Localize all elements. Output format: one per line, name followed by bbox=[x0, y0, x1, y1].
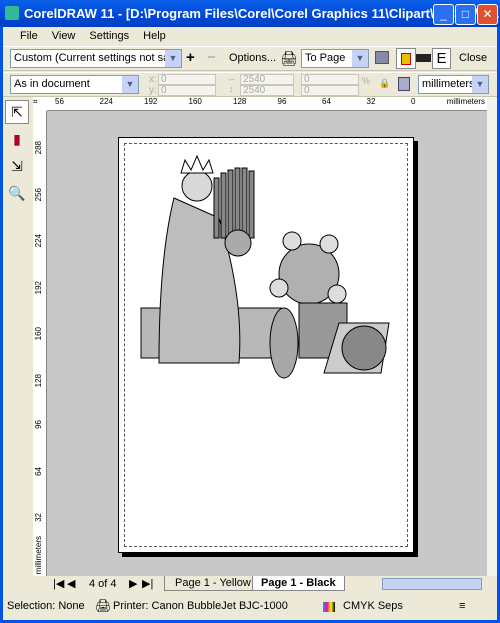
options-button[interactable]: Options... bbox=[229, 52, 276, 64]
document-icon[interactable]: ≡ bbox=[459, 594, 465, 618]
top-ruler-tick: 0 bbox=[411, 97, 416, 106]
page-counter: 4 of 4 bbox=[89, 578, 117, 590]
color-mode-status: CMYK Seps bbox=[343, 600, 403, 612]
menu-help[interactable]: Help bbox=[136, 27, 173, 46]
left-ruler-tick: 256 bbox=[34, 187, 43, 201]
left-ruler-tick: 192 bbox=[34, 280, 43, 294]
menu-bar: File View Settings Help bbox=[3, 27, 497, 46]
top-ruler-tick: 224 bbox=[99, 97, 113, 106]
left-ruler-tick: 128 bbox=[34, 373, 43, 387]
zoom-select[interactable]: To Page ▼ bbox=[301, 49, 369, 68]
width-field[interactable]: 2540 bbox=[240, 74, 294, 85]
menu-settings[interactable]: Settings bbox=[82, 27, 136, 46]
left-ruler-tick: 64 bbox=[34, 466, 43, 476]
monitor-icon[interactable] bbox=[375, 51, 389, 64]
imposition-tool-icon[interactable]: ▮ bbox=[5, 127, 29, 151]
left-ruler-unit: millimeters bbox=[34, 535, 43, 574]
zoom-tool-icon[interactable]: 🔍 bbox=[5, 181, 29, 205]
top-ruler-tick: 160 bbox=[188, 97, 202, 106]
x-label: x: bbox=[149, 74, 157, 85]
zoom-value: To Page bbox=[305, 52, 346, 64]
top-ruler-tick: 56 bbox=[55, 97, 64, 106]
left-ruler-tick: 160 bbox=[34, 327, 43, 341]
units-select[interactable]: millimeters ▼ bbox=[418, 75, 489, 94]
top-ruler-tick: 128 bbox=[233, 97, 247, 106]
top-ruler-tick: 96 bbox=[277, 97, 287, 106]
close-preview-button[interactable]: Close bbox=[459, 52, 487, 64]
first-page-button[interactable]: |◀ bbox=[53, 577, 64, 590]
window-title: CorelDRAW 11 - [D:\Program Files\Corel\C… bbox=[24, 6, 500, 21]
preset-select[interactable]: Custom (Current settings not saved) ▼ bbox=[10, 49, 182, 68]
last-page-button[interactable]: ▶| bbox=[142, 577, 153, 590]
marks-tool-icon[interactable]: ⇲ bbox=[5, 154, 29, 178]
preview-canvas[interactable] bbox=[47, 111, 487, 576]
top-ruler-tick: 32 bbox=[366, 97, 376, 106]
remove-preset-button[interactable]: − bbox=[207, 49, 216, 66]
color-mode-icon[interactable] bbox=[323, 602, 335, 612]
page bbox=[118, 137, 414, 553]
horizontal-scrollbar[interactable] bbox=[382, 578, 482, 590]
prev-page-button[interactable]: ◀ bbox=[67, 577, 75, 590]
print-icon[interactable]: 🖨 bbox=[280, 50, 298, 67]
printer-status: Printer: Canon BubbleJet BJC-1000 bbox=[113, 600, 288, 612]
height-field[interactable]: 2540 bbox=[240, 85, 294, 96]
position-value: As in document bbox=[14, 78, 90, 90]
maximize-button[interactable]: □ bbox=[455, 4, 476, 25]
chevron-down-icon: ▼ bbox=[165, 50, 181, 67]
next-page-button[interactable]: ▶ bbox=[129, 577, 137, 590]
top-ruler: 56 224 192 160 128 96 64 32 0 millimeters bbox=[47, 97, 487, 111]
scale-y-field[interactable]: 0 bbox=[301, 85, 359, 96]
property-bar: As in document ▼ x: y: 0 0 ↔ ↕ 2540 2540 … bbox=[3, 72, 497, 97]
left-ruler: 288 256 224 192 160 128 96 64 32 millimeters bbox=[33, 111, 47, 576]
left-ruler-tick: 288 bbox=[34, 141, 43, 155]
tab-page1-yellow[interactable]: Page 1 - Yellow bbox=[164, 576, 262, 591]
status-bar: Selection: None 🖨 Printer: Canon BubbleJ… bbox=[3, 594, 497, 620]
close-window-button[interactable]: ✕ bbox=[477, 4, 498, 25]
emulsion-button[interactable]: E bbox=[432, 48, 451, 69]
page-tabs-bar: |◀ ◀ 4 of 4 ▶ ▶| Page 1 - Yellow Page 1 … bbox=[47, 576, 497, 592]
x-field[interactable]: 0 bbox=[158, 74, 216, 85]
preset-value: Custom (Current settings not saved) bbox=[14, 52, 182, 64]
chevron-down-icon: ▼ bbox=[472, 76, 488, 93]
y-label: y: bbox=[149, 85, 157, 96]
pick-tool-icon[interactable]: ⇱ bbox=[5, 100, 29, 124]
lock-icon[interactable]: 🔒 bbox=[379, 78, 390, 89]
separations-icon bbox=[401, 53, 411, 65]
top-ruler-unit: millimeters bbox=[446, 97, 485, 106]
separations-toggle[interactable] bbox=[396, 48, 416, 69]
preview-toolbar: Custom (Current settings not saved) ▼ + −… bbox=[3, 46, 497, 71]
menu-view[interactable]: View bbox=[45, 27, 83, 46]
chevron-down-icon: ▼ bbox=[122, 76, 138, 93]
left-ruler-tick: 224 bbox=[34, 234, 43, 248]
toolbox: ⇱ ▮ ⇲ 🔍 bbox=[5, 100, 31, 210]
left-ruler-tick: 32 bbox=[34, 513, 43, 522]
tile-icon[interactable] bbox=[398, 77, 410, 91]
y-field[interactable]: 0 bbox=[158, 85, 216, 96]
vertical-scrollbar[interactable] bbox=[487, 97, 497, 576]
add-preset-button[interactable]: + bbox=[186, 49, 195, 66]
minimize-button[interactable]: _ bbox=[433, 4, 454, 25]
left-ruler-tick: 96 bbox=[34, 420, 43, 429]
top-ruler-tick: 192 bbox=[144, 97, 158, 106]
clipart-king-musician bbox=[140, 154, 390, 379]
menu-file[interactable]: File bbox=[13, 27, 45, 46]
selection-status: Selection: None bbox=[7, 600, 85, 612]
height-icon: ↕ bbox=[229, 84, 234, 94]
scale-x-field[interactable]: 0 bbox=[301, 74, 359, 85]
printer-icon[interactable]: 🖨 bbox=[95, 594, 112, 618]
film-icon[interactable] bbox=[416, 54, 431, 62]
units-value: millimeters bbox=[422, 78, 475, 90]
tab-page1-black[interactable]: Page 1 - Black bbox=[252, 576, 345, 591]
title-bar: CorelDRAW 11 - [D:\Program Files\Corel\C… bbox=[0, 0, 500, 27]
top-ruler-tick: 64 bbox=[322, 97, 331, 106]
width-icon: ↔ bbox=[227, 73, 236, 83]
app-icon bbox=[5, 6, 19, 20]
ruler-origin-icon[interactable]: ⌗ bbox=[33, 97, 47, 111]
percent-label: % bbox=[362, 76, 371, 86]
chevron-down-icon: ▼ bbox=[352, 50, 368, 67]
position-select[interactable]: As in document ▼ bbox=[10, 75, 139, 94]
